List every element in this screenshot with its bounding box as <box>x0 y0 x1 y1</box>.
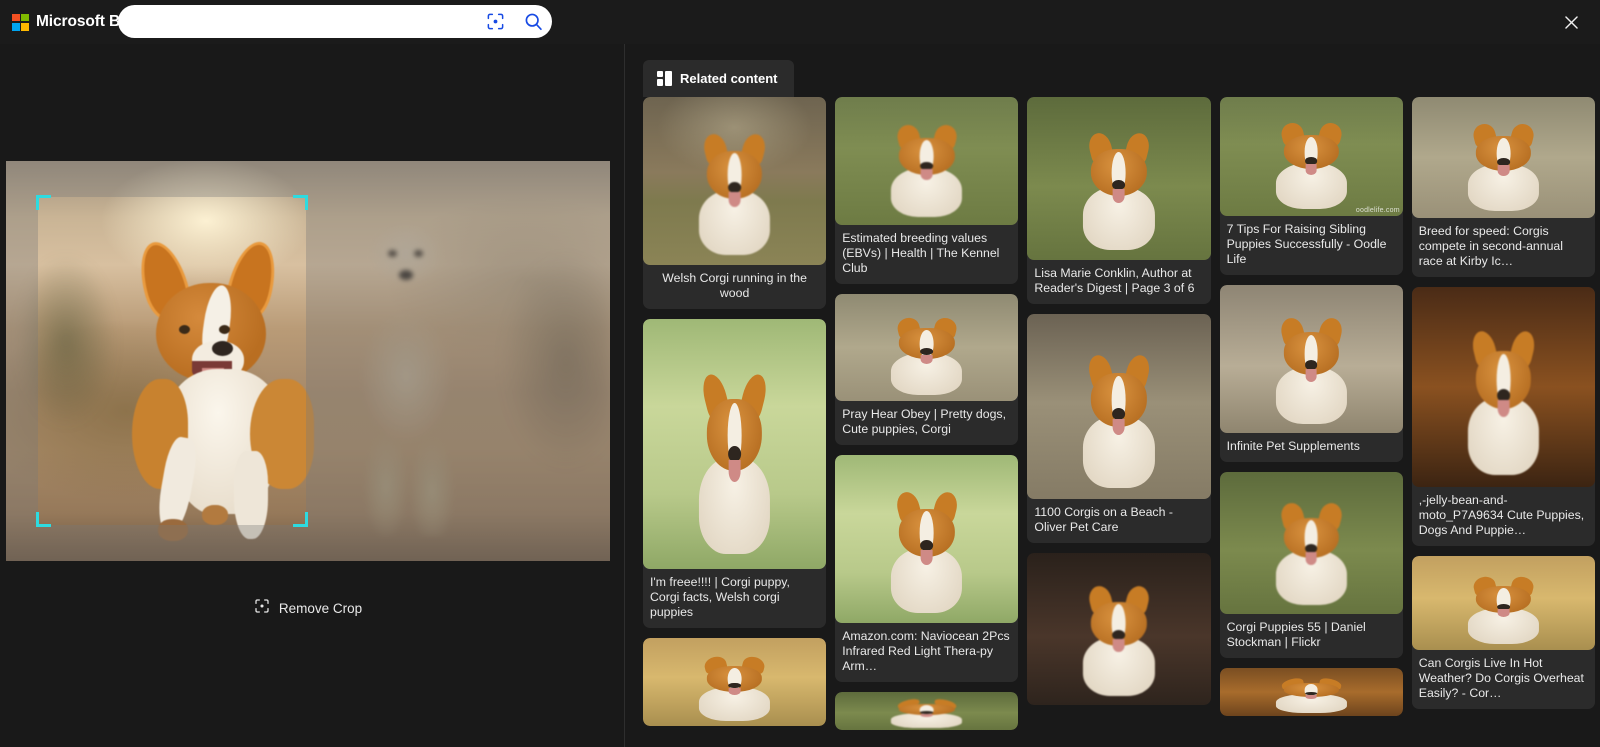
corgi-subject <box>685 372 784 554</box>
result-caption[interactable]: Lisa Marie Conklin, Author at Reader's D… <box>1027 260 1210 304</box>
remove-crop-label: Remove Crop <box>278 601 363 616</box>
result-card[interactable]: I'm freee!!!! | Corgi puppy, Corgi facts… <box>643 319 827 628</box>
corgi-subject <box>1070 584 1169 696</box>
camera-lens-icon[interactable] <box>476 5 514 38</box>
search-submit-icon[interactable] <box>514 5 552 38</box>
secondary-dog-subject <box>306 206 506 536</box>
result-card[interactable] <box>835 692 1019 730</box>
corgi-subject <box>1262 120 1361 209</box>
corgi-subject <box>1262 315 1361 425</box>
result-caption[interactable]: 7 Tips For Raising Sibling Puppies Succe… <box>1220 216 1403 275</box>
app-header: Microsoft Bing <box>0 0 1600 44</box>
result-caption[interactable]: Estimated breeding values (EBVs) | Healt… <box>835 225 1018 284</box>
result-card[interactable]: Pray Hear Obey | Pretty dogs, Cute puppi… <box>835 294 1019 445</box>
corgi-subject <box>1070 130 1169 251</box>
corgi-subject <box>1454 574 1553 645</box>
corgi-subject <box>877 489 976 613</box>
result-card[interactable]: Estimated breeding values (EBVs) | Healt… <box>835 97 1019 284</box>
corgi-subject <box>1262 676 1361 714</box>
remove-crop-button[interactable]: Remove Crop <box>0 598 616 619</box>
result-caption[interactable]: Breed for speed: Corgis compete in secon… <box>1412 218 1595 277</box>
result-thumbnail[interactable] <box>835 692 1019 730</box>
result-card[interactable]: oodlelife.com 7 Tips For Raising Sibling … <box>1219 97 1403 275</box>
result-caption[interactable]: Corgi Puppies 55 | Daniel Stockman | Fli… <box>1220 614 1403 658</box>
result-caption[interactable]: Pray Hear Obey | Pretty dogs, Cute puppi… <box>835 401 1018 445</box>
corgi-subject <box>1454 328 1553 475</box>
result-caption[interactable]: Welsh Corgi running in the wood <box>643 265 826 309</box>
result-thumbnail[interactable] <box>1219 472 1403 614</box>
result-card[interactable]: ,-jelly-bean-and-moto_P7A9634 Cute Puppi… <box>1411 287 1595 546</box>
corgi-subject <box>685 131 784 255</box>
crop-frame-icon <box>254 598 270 619</box>
result-thumbnail[interactable] <box>643 638 827 726</box>
layout-grid-icon <box>657 71 672 86</box>
result-card[interactable]: Welsh Corgi running in the wood <box>643 97 827 309</box>
tab-related-content[interactable]: Related content <box>643 60 794 97</box>
tab-related-content-label: Related content <box>680 71 778 86</box>
crop-region-subject <box>38 197 306 525</box>
related-content-pane: Related content Welsh Corgi running in t… <box>625 44 1600 747</box>
tab-strip: Related content <box>643 60 794 97</box>
search-input[interactable] <box>118 5 476 38</box>
result-caption[interactable]: ,-jelly-bean-and-moto_P7A9634 Cute Puppi… <box>1412 487 1595 546</box>
corgi-subject <box>1070 352 1169 488</box>
corgi-subject <box>1454 121 1553 211</box>
result-thumbnail[interactable] <box>835 294 1019 401</box>
result-caption[interactable]: Amazon.com: Naviocean 2Pcs Infrared Red … <box>835 623 1018 682</box>
image-editor-pane: Remove Crop <box>0 44 625 747</box>
result-thumbnail[interactable] <box>1219 668 1403 716</box>
result-thumbnail[interactable] <box>1411 556 1595 650</box>
result-card[interactable]: 1100 Corgis on a Beach - Oliver Pet Care <box>1027 314 1211 543</box>
crop-handle-bottom-right[interactable] <box>293 512 308 527</box>
result-thumbnail[interactable] <box>835 97 1019 225</box>
result-thumbnail[interactable]: oodlelife.com <box>1219 97 1403 216</box>
result-card[interactable]: Amazon.com: Naviocean 2Pcs Infrared Red … <box>835 455 1019 682</box>
result-thumbnail[interactable] <box>643 319 827 569</box>
result-thumbnail[interactable] <box>1027 97 1211 260</box>
close-button[interactable] <box>1554 5 1588 39</box>
result-card[interactable] <box>643 638 827 726</box>
result-card[interactable]: Lisa Marie Conklin, Author at Reader's D… <box>1027 97 1211 304</box>
result-thumbnail[interactable] <box>1027 553 1211 705</box>
result-thumbnail[interactable] <box>1219 285 1403 433</box>
related-results-grid[interactable]: Welsh Corgi running in the wood I'm freee… <box>643 97 1595 747</box>
result-card[interactable] <box>1027 553 1211 705</box>
result-card[interactable]: Breed for speed: Corgis compete in secon… <box>1411 97 1595 277</box>
result-thumbnail[interactable] <box>1411 287 1595 487</box>
microsoft-logo-icon <box>12 13 29 31</box>
result-caption[interactable]: Can Corgis Live In Hot Weather? Do Corgi… <box>1412 650 1595 709</box>
result-card[interactable]: Corgi Puppies 55 | Daniel Stockman | Fli… <box>1219 472 1403 658</box>
result-thumbnail[interactable] <box>835 455 1019 623</box>
source-image-stage[interactable] <box>6 161 610 561</box>
corgi-subject <box>877 697 976 728</box>
crop-selection-region[interactable] <box>38 197 306 525</box>
corgi-subject <box>1262 501 1361 606</box>
crop-handle-bottom-left[interactable] <box>36 512 51 527</box>
result-thumbnail[interactable] <box>643 97 827 265</box>
result-thumbnail[interactable] <box>1027 314 1211 499</box>
crop-handle-top-left[interactable] <box>36 195 51 210</box>
result-caption[interactable]: Infinite Pet Supplements <box>1220 433 1403 462</box>
image-watermark: oodlelife.com <box>1355 207 1400 214</box>
corgi-subject <box>685 654 784 721</box>
result-thumbnail[interactable] <box>1411 97 1595 218</box>
result-caption[interactable]: I'm freee!!!! | Corgi puppy, Corgi facts… <box>643 569 826 628</box>
result-card[interactable] <box>1219 668 1403 716</box>
result-card[interactable]: Infinite Pet Supplements <box>1219 285 1403 462</box>
search-bar[interactable] <box>118 5 552 38</box>
corgi-subject <box>877 315 976 395</box>
corgi-subject <box>877 122 976 218</box>
result-caption[interactable]: 1100 Corgis on a Beach - Oliver Pet Care <box>1027 499 1210 543</box>
result-card[interactable]: Can Corgis Live In Hot Weather? Do Corgi… <box>1411 556 1595 709</box>
crop-handle-top-right[interactable] <box>293 195 308 210</box>
